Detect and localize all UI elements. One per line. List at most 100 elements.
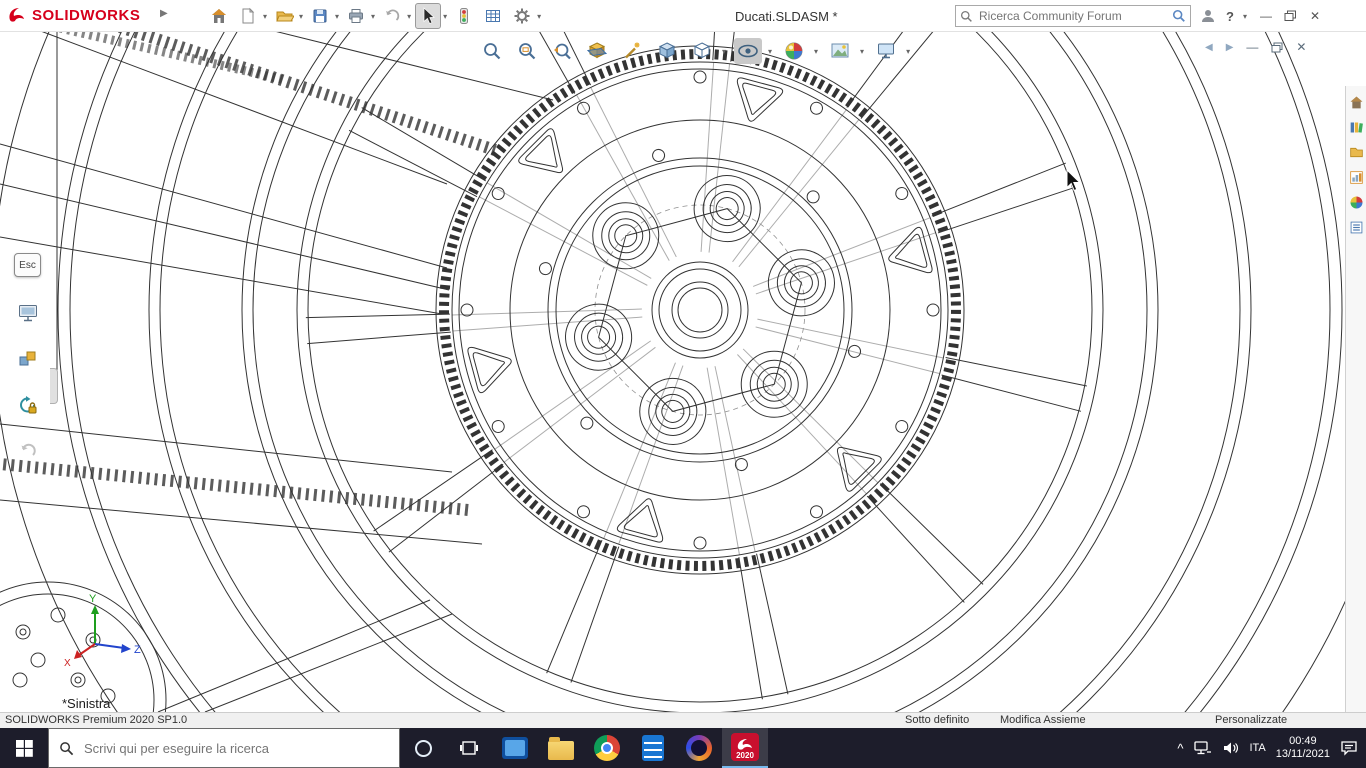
tab-view-palette[interactable] [1348, 169, 1364, 185]
minimize-button[interactable]: — [1258, 9, 1274, 23]
tab-file-explorer[interactable] [1348, 144, 1364, 160]
taskbar-search-icon [60, 741, 74, 755]
start-button[interactable] [0, 728, 48, 768]
open-document-button[interactable] [271, 3, 297, 29]
volume-icon[interactable] [1222, 740, 1239, 756]
esc-key-button[interactable]: Esc [14, 253, 41, 277]
file-explorer-folder-icon [1349, 147, 1363, 157]
doc-minimize-button[interactable]: — [1246, 40, 1258, 54]
task-view-icon [460, 741, 478, 755]
undo-caret[interactable]: ▾ [407, 12, 411, 21]
new-document-button[interactable] [235, 3, 261, 29]
filter-button[interactable] [618, 38, 646, 64]
open-document-icon [275, 11, 294, 22]
print-button[interactable] [343, 3, 369, 29]
save-icon [313, 9, 327, 23]
options-button[interactable] [509, 3, 535, 29]
cortana-icon [414, 739, 432, 757]
edit-appearance-caret[interactable]: ▾ [814, 47, 818, 56]
print-caret[interactable]: ▾ [371, 12, 375, 21]
zoom-to-fit-button[interactable] [478, 38, 506, 64]
taskbar-search-input[interactable] [82, 739, 389, 757]
monitor-icon [878, 43, 895, 59]
tab-resources[interactable] [1348, 94, 1364, 110]
panel-splitter-handle[interactable] [50, 368, 58, 404]
doc-close-button[interactable]: ✕ [1296, 40, 1306, 54]
action-center-icon[interactable] [1340, 740, 1358, 756]
home-button[interactable] [206, 3, 232, 29]
app-chrome[interactable] [584, 728, 630, 768]
appearances-ball-icon [1350, 196, 1362, 208]
toolbar-expand-arrow[interactable]: ▶ [160, 8, 168, 19]
taskbar-search[interactable] [48, 728, 400, 768]
preview-window-button[interactable] [13, 298, 43, 328]
rebuild-button[interactable] [451, 3, 477, 29]
view-palette-icon [1349, 170, 1363, 184]
search-icon [960, 10, 972, 22]
language-indicator[interactable]: ITA [1249, 742, 1265, 754]
zoom-fit-icon [484, 43, 501, 60]
display-style-caret[interactable]: ▾ [722, 47, 726, 56]
next-pane-button[interactable]: ▶ [1226, 42, 1234, 53]
hide-show-items-button[interactable] [734, 38, 763, 64]
previous-pane-button[interactable]: ◀ [1205, 42, 1213, 53]
help-button[interactable]: ? [1226, 9, 1234, 24]
community-search-input[interactable] [977, 8, 1168, 24]
app-solidworks[interactable]: 2020 [722, 728, 768, 768]
view-settings-caret[interactable]: ▾ [906, 47, 910, 56]
cortana-button[interactable] [400, 728, 446, 768]
clock[interactable]: 00:49 13/11/2021 [1276, 735, 1330, 761]
open-document-caret[interactable]: ▾ [299, 12, 303, 21]
tab-design-library[interactable] [1348, 119, 1364, 135]
status-bar: SOLIDWORKS Premium 2020 SP1.0 Sotto defi… [0, 712, 1366, 728]
app-blue-monitor[interactable] [492, 728, 538, 768]
rotate-lock-button[interactable] [13, 390, 43, 420]
hide-show-caret[interactable]: ▾ [768, 47, 772, 56]
app-browser-circle[interactable] [676, 728, 722, 768]
help-caret[interactable]: ▾ [1243, 12, 1247, 21]
undo-view-button[interactable] [13, 436, 43, 466]
view-settings-button[interactable] [872, 38, 900, 64]
new-document-caret[interactable]: ▾ [263, 12, 267, 21]
zoom-to-area-button[interactable] [513, 38, 541, 64]
preview-window-icon [19, 305, 37, 322]
zoom-area-icon [519, 43, 536, 60]
display-style-button[interactable] [688, 38, 716, 64]
status-edit-mode: Modifica Assieme [1000, 714, 1086, 726]
previous-view-button[interactable] [548, 38, 576, 64]
hidden-icons-caret[interactable]: ^ [1177, 741, 1183, 756]
options-caret[interactable]: ▾ [537, 12, 541, 21]
network-icon[interactable] [1193, 740, 1212, 756]
undo-button[interactable] [379, 3, 405, 29]
titlebar: SOLIDWORKS ▶ ▾ ▾ ▾ ▾ ▾ ▾ ▾ Ducati.SLDASM… [0, 0, 1366, 32]
solidworks-logo-icon [9, 8, 24, 22]
triad-y-label: Y [89, 593, 97, 605]
select-tool-caret[interactable]: ▾ [443, 12, 447, 21]
task-view-button[interactable] [446, 728, 492, 768]
triad-z-label: Z [134, 644, 141, 656]
windows-logo-icon [15, 739, 33, 757]
search-submit-icon[interactable] [1172, 9, 1186, 23]
select-tool-button[interactable] [415, 3, 442, 29]
app-blue-document[interactable] [630, 728, 676, 768]
close-button[interactable]: ✕ [1307, 9, 1323, 23]
user-account-icon[interactable] [1200, 8, 1216, 24]
edit-appearance-button[interactable] [780, 38, 808, 64]
save-caret[interactable]: ▾ [335, 12, 339, 21]
design-table-button[interactable] [480, 3, 506, 29]
apply-scene-caret[interactable]: ▾ [860, 47, 864, 56]
chrome-icon [594, 735, 620, 761]
save-button[interactable] [307, 3, 333, 29]
section-view-button[interactable] [583, 38, 611, 64]
display-measure-button[interactable] [653, 38, 681, 64]
main-toolbar: ▾ ▾ ▾ ▾ ▾ ▾ ▾ [206, 2, 542, 30]
app-file-explorer[interactable] [538, 728, 584, 768]
component-cubes-icon [19, 351, 36, 366]
doc-restore-button[interactable] [1271, 42, 1283, 53]
tab-custom-properties[interactable] [1348, 219, 1364, 235]
model-view-wireframe[interactable]: Y Z X [0, 32, 1345, 712]
component-preview-button[interactable] [13, 344, 43, 374]
tab-appearances[interactable] [1348, 194, 1364, 210]
restore-button[interactable] [1284, 10, 1297, 22]
apply-scene-button[interactable] [826, 38, 854, 64]
